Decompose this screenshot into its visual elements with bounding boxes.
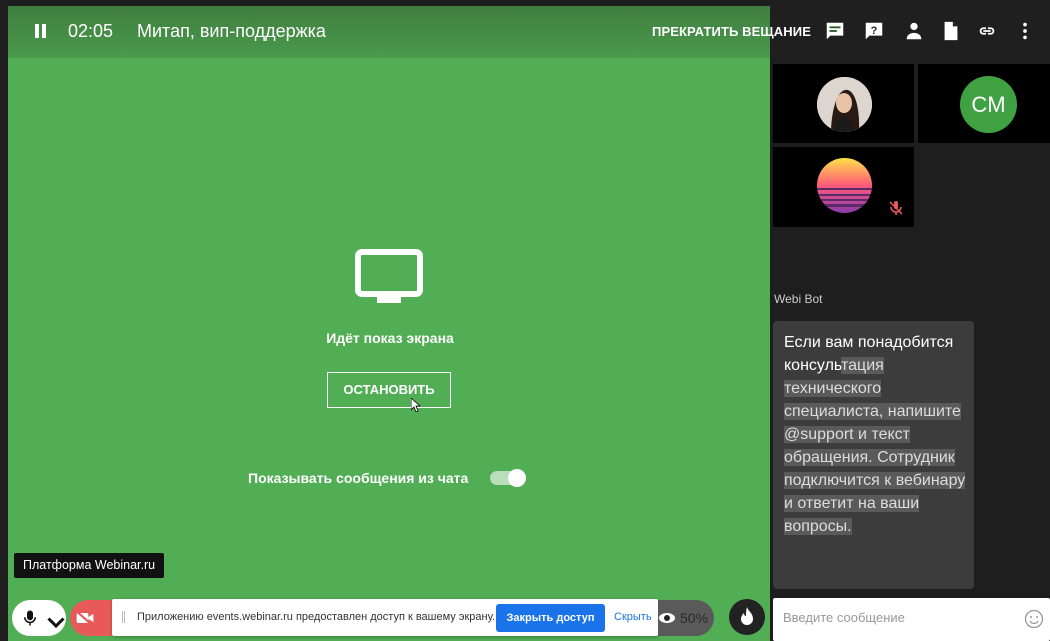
broadcast-timer: 02:05 bbox=[68, 21, 114, 41]
stop-share-button[interactable]: ОСТАНОВИТЬ bbox=[327, 372, 451, 408]
screen-share-stage bbox=[8, 6, 770, 641]
avatar-initials: CM bbox=[960, 76, 1017, 133]
avatar bbox=[817, 77, 872, 132]
stop-broadcast-button[interactable]: ПРЕКРАТИТЬ ВЕЩАНИЕ bbox=[652, 24, 811, 39]
drag-handle-icon[interactable] bbox=[122, 611, 125, 623]
message-highlighted: тация технического специалиста, напишите… bbox=[784, 357, 966, 535]
webinar-title: Митап, вип-поддержка bbox=[137, 21, 326, 41]
message-input-box bbox=[773, 598, 1050, 641]
camera-off-icon bbox=[75, 610, 94, 626]
eye-icon bbox=[659, 613, 675, 623]
chat-toggle-label: Показывать сообщения из чата bbox=[248, 470, 469, 486]
avatar bbox=[817, 158, 872, 213]
chat-messages-toggle[interactable] bbox=[490, 469, 526, 487]
link-icon[interactable] bbox=[976, 20, 998, 42]
more-vert-icon[interactable] bbox=[1014, 20, 1036, 42]
close-access-button[interactable]: Закрыть доступ bbox=[496, 604, 605, 632]
viewers-indicator: 50% bbox=[658, 600, 714, 636]
viewers-percent: 50% bbox=[680, 610, 709, 626]
svg-text:?: ? bbox=[871, 25, 878, 37]
reaction-button[interactable] bbox=[729, 599, 765, 635]
question-icon[interactable]: ? bbox=[863, 20, 885, 42]
screen-share-status: Идёт показ экрана bbox=[326, 330, 454, 346]
screen-access-notification: Приложению events.webinar.ru предоставле… bbox=[112, 599, 658, 636]
chat-author: Webi Bot bbox=[774, 292, 823, 306]
chat-message-text: Если вам понадобится консультация технич… bbox=[784, 331, 969, 538]
person-icon[interactable] bbox=[903, 20, 925, 42]
pause-icon[interactable] bbox=[34, 24, 48, 38]
platform-tooltip: Платформа Webinar.ru bbox=[14, 553, 165, 578]
mic-muted-icon bbox=[888, 200, 904, 216]
chat-icon[interactable] bbox=[824, 20, 846, 42]
monitor-icon bbox=[355, 249, 423, 305]
microphone-icon bbox=[24, 610, 36, 626]
toggle-knob bbox=[508, 469, 526, 487]
hide-link[interactable]: Скрыть bbox=[614, 611, 652, 623]
message-input[interactable] bbox=[783, 610, 1013, 625]
fire-icon bbox=[741, 607, 753, 625]
document-icon[interactable] bbox=[940, 20, 962, 42]
mouse-cursor-icon bbox=[410, 397, 422, 413]
chevron-down-icon bbox=[47, 617, 65, 629]
notification-text: Приложению events.webinar.ru предоставле… bbox=[137, 611, 496, 623]
microphone-button[interactable] bbox=[12, 600, 66, 636]
emoji-icon[interactable] bbox=[1024, 609, 1044, 629]
